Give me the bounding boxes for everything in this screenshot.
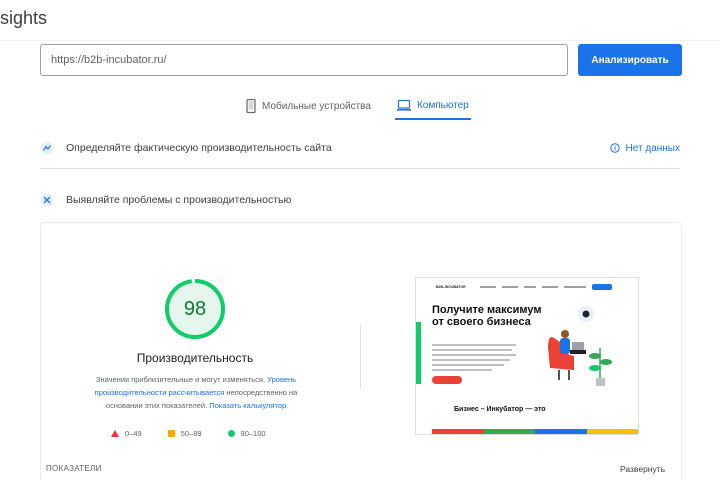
nav-item	[564, 286, 586, 288]
nav-item	[480, 286, 496, 288]
lab-data-icon	[40, 193, 54, 207]
pass-circle-icon	[227, 430, 235, 437]
legend-pass-label: 90–100	[240, 429, 266, 438]
device-tabs: Мобильные устройства Компьютер	[244, 92, 471, 124]
desc-text-1: Значения приблизительные и могут изменят…	[95, 375, 268, 384]
url-input[interactable]	[40, 44, 568, 76]
card-divider	[360, 325, 361, 389]
average-square-icon	[167, 430, 175, 437]
show-calculator-link[interactable]: Показать калькулятор	[209, 401, 286, 410]
hero-title: Получите максимум от своего бизнеса	[432, 304, 542, 328]
tab-mobile-label: Мобильные устройства	[262, 100, 371, 112]
legend-pass: 90–100	[227, 429, 266, 438]
color-bar	[432, 429, 638, 434]
expand-button[interactable]: Развернуть	[620, 464, 665, 474]
analyze-button[interactable]: Анализировать	[578, 44, 682, 76]
field-data-section: Определяйте фактическую производительнос…	[40, 138, 680, 158]
screenshot-subtitle: Бизнес – Инкубатор — это	[454, 406, 546, 413]
field-data-text: Определяйте фактическую производительнос…	[66, 142, 332, 154]
lab-data-text: Выявляйте проблемы с производительностью	[66, 194, 292, 206]
nav-item	[502, 286, 518, 288]
field-data-icon	[40, 141, 54, 155]
site-logo: B2B–INCUBATOR	[436, 285, 466, 289]
no-data-link[interactable]: Нет данных	[609, 142, 680, 154]
tab-mobile[interactable]: Мобильные устройства	[244, 92, 373, 120]
person-chair-illustration	[548, 306, 612, 386]
hero-cta-button	[432, 376, 462, 384]
metrics-label: ПОКАЗАТЕЛИ	[46, 464, 102, 473]
score-legend: 0–49 50–89 90–100	[111, 429, 266, 438]
performance-card: 98 Производительность Значения приблизит…	[40, 222, 682, 480]
fail-triangle-icon	[111, 430, 119, 437]
legend-average-label: 50–89	[180, 429, 202, 438]
legend-fail-label: 0–49	[125, 429, 142, 438]
tab-desktop-label: Компьютер	[416, 99, 469, 111]
tab-desktop[interactable]: Компьютер	[394, 92, 471, 120]
nav-item	[542, 286, 558, 288]
app-title: sights	[0, 8, 48, 28]
desktop-icon	[396, 99, 411, 111]
side-tab	[416, 322, 421, 384]
screenshot-navbar: B2B–INCUBATOR	[416, 282, 638, 292]
performance-score: 98	[183, 298, 207, 320]
nav-item	[524, 286, 536, 288]
page-screenshot: B2B–INCUBATOR Получите максимум от своег…	[415, 277, 639, 435]
performance-label: Производительность	[136, 351, 254, 365]
section-divider	[40, 168, 680, 169]
hero-text	[432, 344, 516, 374]
no-data-label: Нет данных	[625, 142, 680, 154]
header-divider	[0, 40, 720, 41]
legend-average: 50–89	[167, 429, 202, 438]
legend-fail: 0–49	[111, 429, 142, 438]
lab-data-section: Выявляйте проблемы с производительностью	[40, 190, 680, 210]
mobile-icon	[246, 99, 256, 113]
site-nav-button	[592, 284, 612, 290]
info-icon	[609, 143, 620, 153]
performance-description: Значения приблизительные и могут изменят…	[81, 373, 311, 412]
